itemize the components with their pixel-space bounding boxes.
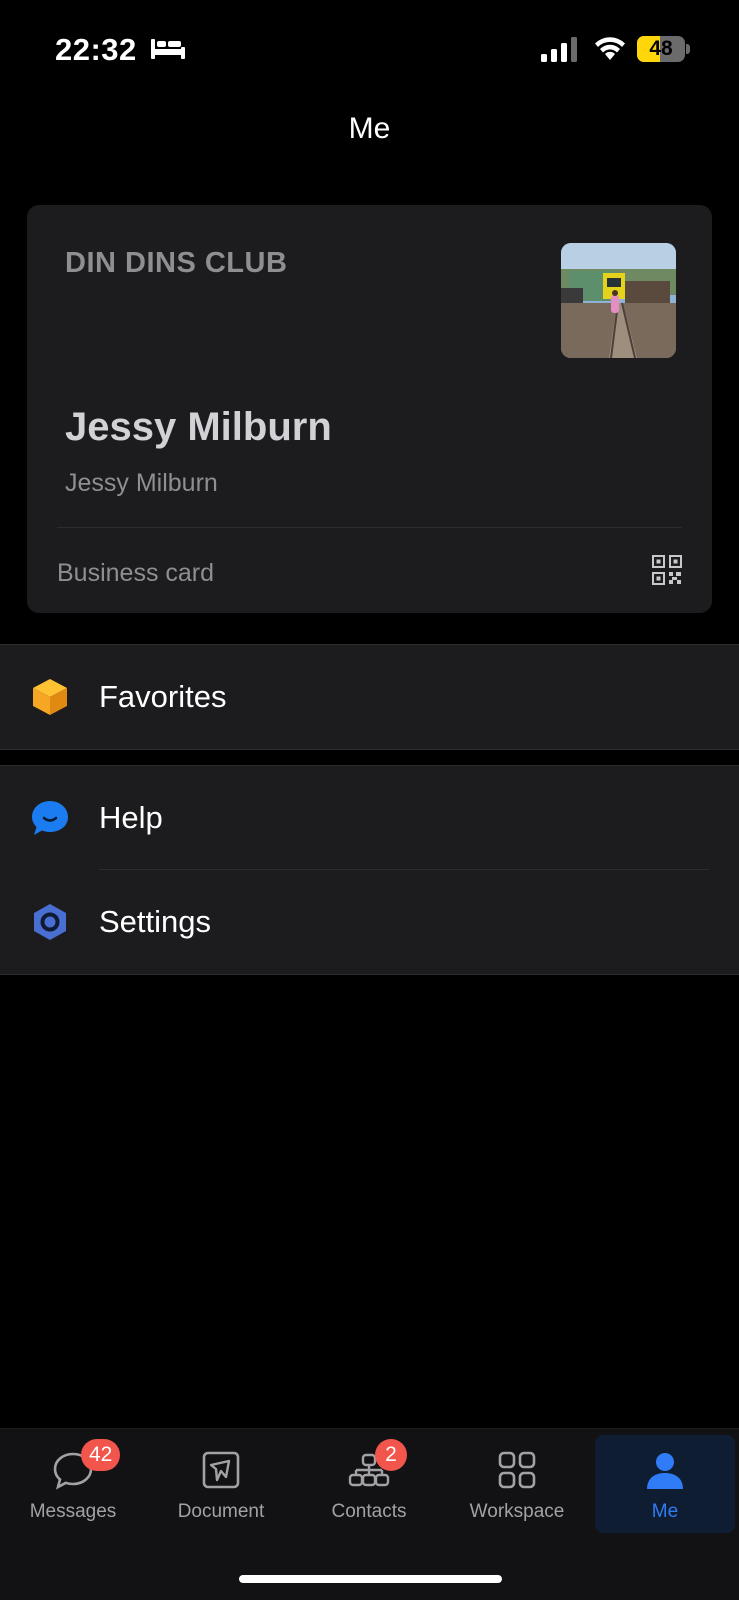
tab-label: Document	[177, 1501, 265, 1522]
favorites-label: Favorites	[99, 679, 227, 714]
status-time: 22:32	[55, 32, 137, 67]
favorites-box-icon	[33, 679, 67, 715]
unread-badge: 2	[375, 1439, 407, 1471]
profile-card[interactable]: DIN DINS CLUB Jessy Milburn Jessy Milbur…	[27, 205, 712, 613]
battery-level: 48	[649, 37, 673, 60]
settings-label: Settings	[99, 904, 212, 939]
organization-name: DIN DINS CLUB	[65, 247, 288, 279]
bed-icon	[151, 39, 185, 59]
page-title: Me	[348, 112, 391, 145]
tab-label: Messages	[29, 1501, 117, 1522]
unread-badge: 42	[81, 1439, 121, 1471]
me-person-icon	[647, 1453, 683, 1489]
document-icon	[202, 1451, 240, 1489]
avatar[interactable]	[561, 243, 676, 358]
tab-workspace[interactable]: Workspace	[447, 1435, 587, 1533]
tab-messages[interactable]: Messages 42	[3, 1435, 143, 1533]
signal-icon	[541, 37, 577, 62]
tab-me[interactable]: Me	[595, 1435, 735, 1533]
avatar-photo	[561, 243, 676, 358]
user-subname: Jessy Milburn	[65, 469, 218, 497]
tab-contacts[interactable]: Contacts 2	[299, 1435, 439, 1533]
favorites-row[interactable]: Favorites	[0, 645, 739, 749]
wifi-icon	[595, 37, 625, 60]
settings-hexagon-icon	[34, 904, 66, 940]
tab-label: Me	[651, 1501, 679, 1522]
battery-icon: 48	[637, 36, 690, 62]
favorites-section: Favorites	[0, 644, 739, 750]
support-section: Help Settings	[0, 765, 739, 975]
tab-label: Contacts	[331, 1501, 407, 1522]
settings-row[interactable]: Settings	[0, 870, 739, 974]
business-card-label[interactable]: Business card	[57, 559, 214, 588]
help-row[interactable]: Help	[0, 766, 739, 870]
home-indicator[interactable]	[239, 1575, 502, 1583]
card-divider	[57, 527, 682, 528]
workspace-icon	[498, 1451, 536, 1489]
user-name: Jessy Milburn	[65, 405, 332, 449]
status-bar: 22:32 48	[0, 0, 739, 100]
help-label: Help	[99, 800, 163, 835]
tab-label: Workspace	[469, 1501, 565, 1522]
qr-code-icon[interactable]	[652, 555, 682, 585]
help-chat-icon	[32, 801, 68, 835]
tab-document[interactable]: Document	[151, 1435, 291, 1533]
